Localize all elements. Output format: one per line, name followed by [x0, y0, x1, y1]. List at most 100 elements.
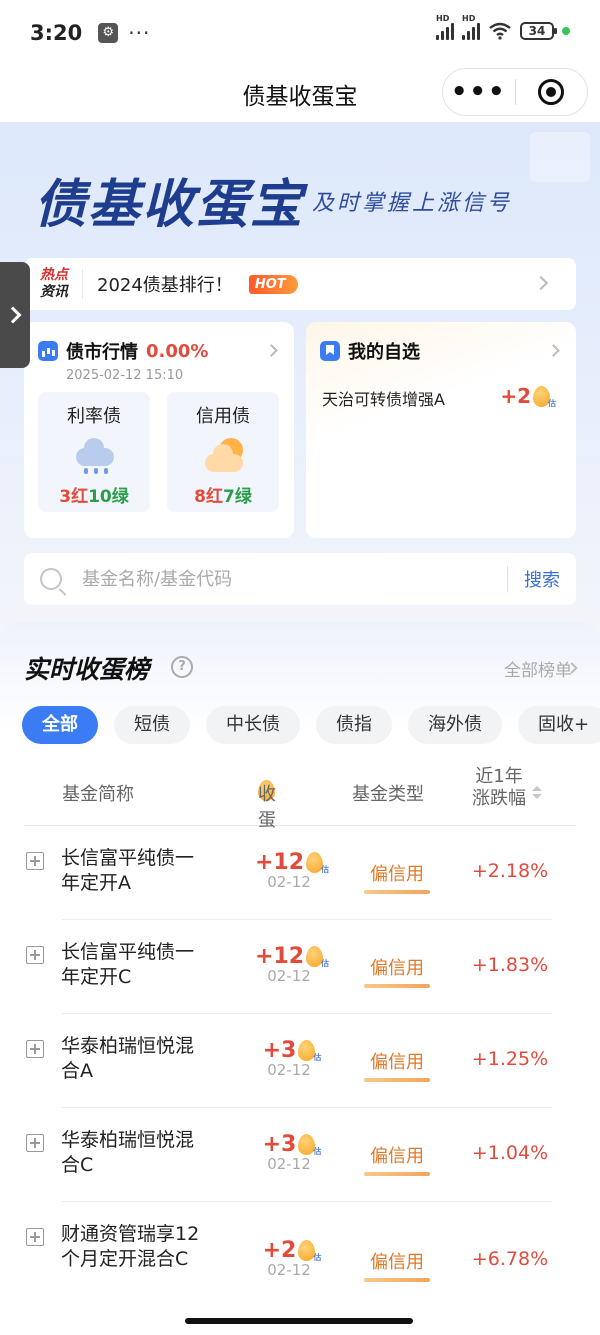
tab-mid-long-bond[interactable]: 中长债	[206, 706, 300, 744]
type-bar	[364, 890, 430, 894]
table-row[interactable]: 财通资管瑞享12个月定开混合C +2 估 02-12 偏信用 +6.78%	[24, 1202, 576, 1312]
divider	[82, 269, 83, 299]
tab-bond-index[interactable]: 债指	[316, 706, 392, 744]
search-bar: 搜索	[24, 553, 576, 605]
fund-name: 财通资管瑞享12个月定开混合C	[61, 1223, 200, 1270]
status-bar: 3:20 ⚙ ··· HD HD 34	[0, 0, 600, 66]
card-header: 债市行情 0.00%	[38, 338, 208, 364]
change-value: +1.25%	[471, 1048, 549, 1070]
ranking-panel: 实时收蛋榜 ? 全部榜单 全部 短债 中长债 债指 海外债 固收+ 基金简称 收蛋 基金类…	[0, 622, 600, 1335]
search-input[interactable]	[82, 568, 507, 590]
tab-short-bond[interactable]: 短债	[114, 706, 190, 744]
my-favorites-card[interactable]: 我的自选 天治可转债增强A +2 估	[306, 322, 576, 538]
hot-badge: HOT	[248, 274, 298, 294]
hot-news-text: 2024债基排行！	[97, 275, 233, 296]
change-value: +2.18%	[471, 860, 549, 882]
chart-icon	[38, 341, 58, 361]
type-bar	[364, 1278, 430, 1282]
target-icon	[538, 79, 565, 105]
change-value: +1.83%	[471, 954, 549, 976]
fund-type: 偏信用	[364, 1248, 430, 1282]
rate-bond-card[interactable]: 利率债 3红10绿	[38, 392, 150, 512]
status-indicators: HD HD 34	[436, 14, 570, 40]
more-button[interactable]: •••	[443, 68, 515, 116]
egg-date: 02-12	[267, 873, 311, 891]
egg-icon: 估	[533, 385, 556, 408]
column-header-egg: 收蛋	[258, 780, 276, 831]
side-expand-tab[interactable]	[0, 262, 30, 368]
column-header-change[interactable]: 近1年 涨跌幅	[472, 766, 526, 810]
ranking-title: 实时收蛋榜	[24, 655, 150, 684]
column-header-name: 基金简称	[62, 784, 134, 805]
rate-bond-title: 利率债	[67, 406, 121, 427]
fund-name: 华泰柏瑞恒悦混合A	[61, 1035, 195, 1082]
search-button[interactable]: 搜索	[508, 566, 576, 592]
add-icon[interactable]	[26, 1040, 44, 1058]
page-title: 债基收蛋宝	[242, 84, 358, 110]
rainy-icon	[70, 438, 118, 476]
type-bar	[364, 1172, 430, 1176]
hot-news-bar[interactable]: 热点 资讯 2024债基排行！ HOT	[24, 258, 576, 310]
credit-bond-card[interactable]: 信用债 8红7绿	[167, 392, 279, 512]
bond-market-card[interactable]: 债市行情 0.00% 2025-02-12 15:10 利率债 3红10绿 信用…	[24, 322, 294, 538]
help-icon[interactable]: ?	[171, 656, 193, 678]
home-indicator[interactable]	[185, 1318, 413, 1324]
chevron-right-icon	[4, 306, 22, 324]
credit-bond-count: 8红7绿	[194, 487, 252, 507]
table-header: 基金简称 收蛋 基金类型 近1年 涨跌幅	[24, 762, 576, 831]
fund-type: 偏信用	[364, 1142, 430, 1176]
banner-slogan: 及时掌握上涨信号	[312, 191, 513, 216]
type-bar	[364, 1078, 430, 1082]
fund-type: 偏信用	[364, 860, 430, 894]
add-icon[interactable]	[26, 1134, 44, 1152]
add-icon[interactable]	[26, 946, 44, 964]
close-button[interactable]	[516, 79, 588, 105]
column-header-type: 基金类型	[352, 784, 424, 805]
egg-cell: +3 估 02-12	[234, 1132, 344, 1173]
add-icon[interactable]	[26, 852, 44, 870]
partly-sunny-icon	[199, 438, 247, 476]
tab-fixed-income-plus[interactable]: 固收+	[518, 706, 600, 744]
favorites-title: 我的自选	[348, 342, 420, 363]
fund-name: 长信富平纯债一年定开C	[61, 941, 195, 988]
battery-icon: 34	[520, 22, 557, 40]
table-row[interactable]: 长信富平纯债一年定开A +12 估 02-12 偏信用 +2.18%	[24, 826, 576, 920]
egg-date: 02-12	[267, 1155, 311, 1173]
privacy-dot	[562, 27, 570, 35]
market-timestamp: 2025-02-12 15:10	[66, 368, 184, 383]
chevron-right-icon	[547, 344, 560, 357]
signal-icon: HD	[436, 14, 454, 40]
type-bar	[364, 984, 430, 988]
banner-decoration	[530, 132, 590, 182]
bookmark-icon	[320, 341, 340, 361]
egg-icon: 估	[298, 1134, 321, 1156]
add-icon[interactable]	[26, 1228, 44, 1246]
favorite-egg-value: +2 估	[500, 384, 556, 408]
egg-date: 02-12	[267, 1261, 311, 1279]
tab-all[interactable]: 全部	[22, 706, 98, 744]
banner-title: 债基收蛋宝	[34, 175, 305, 235]
table-row[interactable]: 华泰柏瑞恒悦混合A +3 估 02-12 偏信用 +1.25%	[24, 1014, 576, 1108]
egg-cell: +12 估 02-12	[234, 850, 344, 891]
table-row[interactable]: 长信富平纯债一年定开C +12 估 02-12 偏信用 +1.83%	[24, 920, 576, 1014]
tab-overseas-bond[interactable]: 海外债	[408, 706, 502, 744]
status-time: 3:20	[30, 21, 83, 45]
change-value: +6.78%	[471, 1248, 549, 1270]
market-percent: 0.00%	[146, 340, 209, 362]
status-more-dots: ···	[128, 21, 151, 45]
hot-news-tag: 热点 资讯	[40, 267, 68, 300]
fund-type: 偏信用	[364, 954, 430, 988]
egg-date: 02-12	[267, 967, 311, 985]
all-rankings-link[interactable]: 全部榜单	[504, 656, 572, 681]
egg-cell: +2 估 02-12	[234, 1238, 344, 1279]
fund-type: 偏信用	[364, 1048, 430, 1082]
rate-bond-count: 3红10绿	[59, 487, 129, 507]
table-row[interactable]: 华泰柏瑞恒悦混合C +3 估 02-12 偏信用 +1.04%	[24, 1108, 576, 1202]
chevron-right-icon	[533, 275, 549, 291]
fund-name: 华泰柏瑞恒悦混合C	[61, 1129, 195, 1176]
change-value: +1.04%	[471, 1142, 549, 1164]
miniprogram-capsule: •••	[442, 68, 588, 116]
wrench-icon: ⚙	[98, 23, 119, 43]
wifi-icon	[489, 22, 511, 40]
favorite-fund-name[interactable]: 天治可转债增强A	[322, 386, 445, 410]
